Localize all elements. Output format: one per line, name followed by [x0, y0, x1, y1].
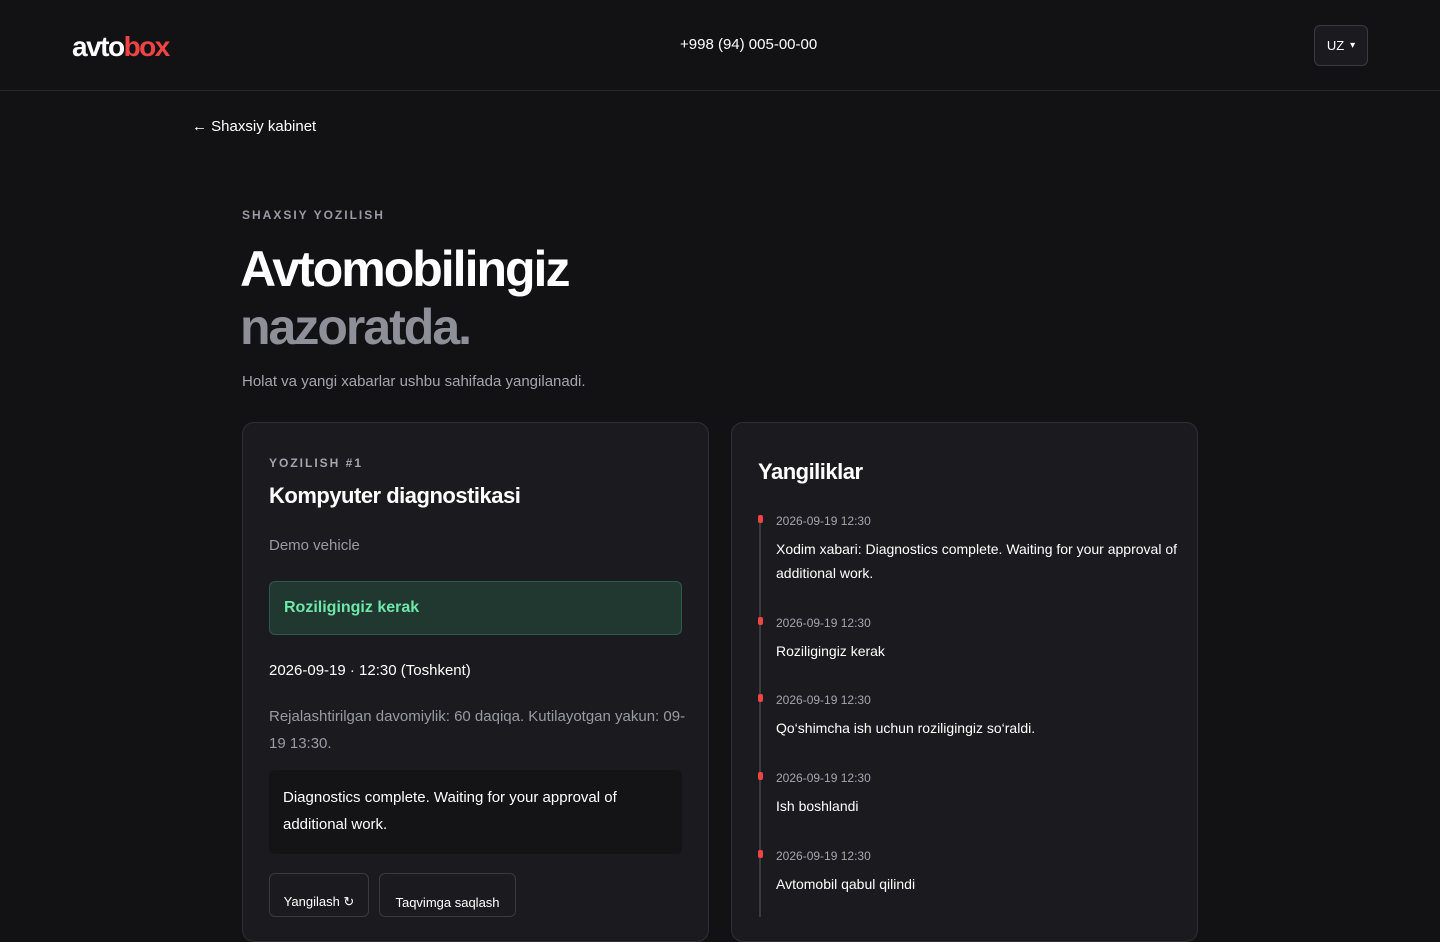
- timeline-dot-icon: [758, 694, 763, 702]
- timeline-time: 2026-09-19 12:30: [776, 693, 871, 707]
- hero-eyebrow: SHAXSIY YOZILISH: [242, 208, 385, 222]
- timeline-dot-icon: [758, 850, 763, 858]
- timeline-time: 2026-09-19 12:30: [776, 771, 871, 785]
- refresh-button[interactable]: Yangilash ↻: [269, 873, 369, 917]
- timeline-dot-icon: [758, 515, 763, 523]
- timeline-time: 2026-09-19 12:30: [776, 514, 871, 528]
- service-title: Kompyuter diagnostikasi: [269, 483, 521, 508]
- brand-logo[interactable]: avtobox: [72, 30, 171, 64]
- booking-card: YOZILISH #1 Kompyuter diagnostikasi Demo…: [242, 422, 709, 942]
- news-card: Yangiliklar 2026-09-19 12:30 Xodim xabar…: [731, 422, 1198, 942]
- duration-info: Rejalashtirilgan davomiylik: 60 daqiqa. …: [269, 708, 686, 752]
- language-value: UZ: [1326, 38, 1345, 53]
- status-badge: Roziligingiz kerak: [269, 581, 682, 635]
- timeline-text: Ish boshlandi: [776, 798, 859, 814]
- logo-part-box: box: [123, 31, 171, 62]
- vehicle-name: Demo vehicle: [269, 537, 360, 554]
- language-select[interactable]: UZ ▾: [1314, 25, 1368, 66]
- timeline-text: Roziligingiz kerak: [776, 643, 885, 659]
- timeline-text: Xodim xabari: Diagnostics complete. Wait…: [776, 541, 1177, 581]
- save-to-calendar-button[interactable]: Taqvimga saqlash: [379, 873, 516, 917]
- hero-title-line2: nazoratda.: [240, 299, 472, 355]
- timeline-item: 2026-09-19 12:30 Qo‘shimcha ish uchun ro…: [758, 692, 1178, 770]
- timeline-time: 2026-09-19 12:30: [776, 849, 871, 863]
- timeline-text: Qo‘shimcha ish uchun roziligingiz so‘ral…: [776, 720, 1036, 736]
- back-link[interactable]: ← Shaxsiy kabinet: [192, 118, 316, 135]
- booking-number: YOZILISH #1: [269, 456, 364, 470]
- timeline-dot-icon: [758, 772, 763, 780]
- appointment-datetime: 2026-09-19 · 12:30 (Toshkent): [269, 662, 471, 679]
- news-title: Yangiliklar: [758, 459, 863, 484]
- timeline-item: 2026-09-19 12:30 Ish boshlandi: [758, 770, 1178, 848]
- chevron-down-icon: ▾: [1350, 40, 1356, 51]
- phone-link[interactable]: +998 (94) 005-00-00: [680, 36, 817, 53]
- timeline-text: Avtomobil qabul qilindi: [776, 876, 916, 892]
- timeline-time: 2026-09-19 12:30: [776, 616, 871, 630]
- hero-subtitle: Holat va yangi xabarlar ushbu sahifada y…: [242, 373, 586, 390]
- timeline-item: 2026-09-19 12:30 Xodim xabari: Diagnosti…: [758, 513, 1178, 615]
- timeline-dot-icon: [758, 617, 763, 625]
- news-timeline: 2026-09-19 12:30 Xodim xabari: Diagnosti…: [758, 513, 1178, 926]
- top-bar: avtobox +998 (94) 005-00-00 UZ ▾: [0, 0, 1440, 91]
- staff-note: Diagnostics complete. Waiting for your a…: [269, 770, 682, 854]
- logo-part-avto: avto: [72, 31, 125, 62]
- timeline-item: 2026-09-19 12:30 Avtomobil qabul qilindi: [758, 848, 1178, 926]
- hero-title-line1: Avtomobilingiz: [240, 241, 570, 297]
- timeline-item: 2026-09-19 12:30 Roziligingiz kerak: [758, 615, 1178, 692]
